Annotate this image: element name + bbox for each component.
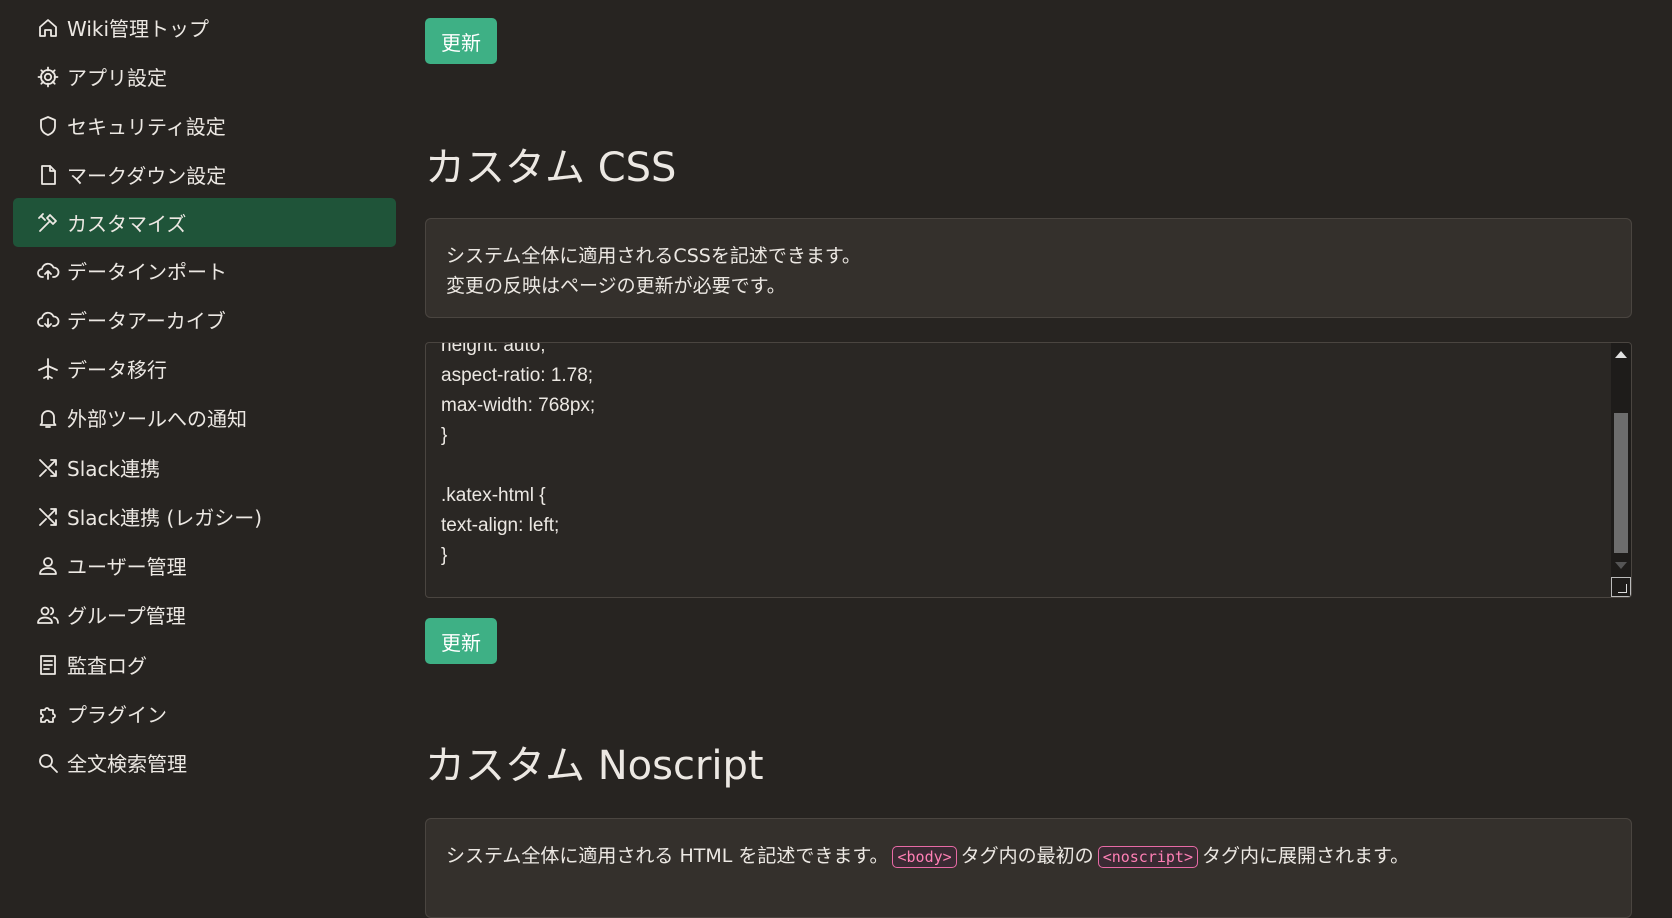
sidebar-item-notification[interactable]: 外部ツールへの通知 <box>13 393 396 442</box>
css-section-title: カスタム CSS <box>425 145 677 191</box>
sidebar-item-data-import[interactable]: データインポート <box>13 246 396 295</box>
code-line: } <box>441 545 448 566</box>
sidebar-item-app-settings[interactable]: アプリ設定 <box>13 52 396 101</box>
body-tag-code: <body> <box>892 846 957 868</box>
sidebar-item-fulltext-search[interactable]: 全文検索管理 <box>13 738 396 787</box>
group-icon <box>35 602 61 628</box>
noscript-description-box: システム全体に適用される HTML を記述できます。 <body> タグ内の最初の <… <box>425 818 1632 918</box>
css-description-box: システム全体に適用されるCSSを記述できます。 変更の反映はページの更新が必要で… <box>425 218 1632 318</box>
sidebar-item-audit-log[interactable]: 監査ログ <box>13 640 396 689</box>
file-icon <box>35 162 61 188</box>
update-css-button[interactable]: 更新 <box>425 618 497 664</box>
sidebar-item-customize[interactable]: カスタマイズ <box>13 198 396 247</box>
airplane-icon <box>35 356 61 382</box>
main-content: 更新 カスタム CSS システム全体に適用されるCSSを記述できます。 変更の反… <box>425 0 1632 918</box>
user-icon <box>35 553 61 579</box>
noscript-description-line: システム全体に適用される HTML を記述できます。 <body> タグ内の最初の <… <box>446 841 1611 871</box>
sidebar: Wiki管理トップ アプリ設定 セキュリティ設定 マークダウン設定 カスタマイズ… <box>0 0 400 879</box>
noscript-description-suffix: タグ内に展開されます。 <box>1202 845 1410 867</box>
sidebar-item-wiki-top[interactable]: Wiki管理トップ <box>13 3 396 52</box>
code-line: text-align: left; <box>441 515 560 536</box>
shield-icon <box>35 113 61 139</box>
code-line: } <box>441 425 448 446</box>
sidebar-item-label: データインポート <box>67 260 227 284</box>
noscript-section-title: カスタム Noscript <box>425 743 764 789</box>
home-icon <box>35 15 61 41</box>
cloud-upload-icon <box>35 258 61 284</box>
update-button-top[interactable]: 更新 <box>425 18 497 64</box>
tools-icon <box>35 210 61 236</box>
code-line: height: auto; <box>441 342 546 356</box>
gear-icon <box>35 64 61 90</box>
shuffle-icon <box>35 455 61 481</box>
sidebar-item-label: アプリ設定 <box>67 66 167 90</box>
sidebar-item-label: セキュリティ設定 <box>67 115 226 139</box>
sidebar-item-label: グループ管理 <box>67 604 186 628</box>
css-editor-textarea[interactable]: height: auto; aspect-ratio: 1.78; max-wi… <box>425 342 1632 598</box>
sidebar-item-label: Slack連携 <box>67 457 161 481</box>
code-line: .katex-html { <box>441 485 546 506</box>
sidebar-item-slack[interactable]: Slack連携 <box>13 443 396 492</box>
sidebar-item-users[interactable]: ユーザー管理 <box>13 541 396 590</box>
noscript-description-middle: タグ内の最初の <box>960 845 1094 867</box>
sidebar-item-label: カスタマイズ <box>67 212 187 236</box>
sidebar-item-label: 全文検索管理 <box>67 752 187 776</box>
sidebar-item-label: データ移行 <box>67 358 167 382</box>
resize-handle-icon[interactable] <box>1611 577 1631 597</box>
scroll-down-arrow-icon[interactable] <box>1615 562 1627 569</box>
shuffle-icon <box>35 504 61 530</box>
scroll-up-arrow-icon[interactable] <box>1615 351 1627 358</box>
code-line: aspect-ratio: 1.78; <box>441 365 594 386</box>
editor-scrollbar[interactable] <box>1611 343 1631 597</box>
sidebar-item-data-archive[interactable]: データアーカイブ <box>13 295 396 344</box>
sidebar-item-data-migration[interactable]: データ移行 <box>13 344 396 393</box>
scroll-thumb[interactable] <box>1614 413 1628 553</box>
cloud-download-icon <box>35 307 61 333</box>
sidebar-item-label: 監査ログ <box>67 654 147 678</box>
sidebar-item-label: データアーカイブ <box>67 309 226 333</box>
document-list-icon <box>35 652 61 678</box>
bell-icon <box>35 405 61 431</box>
noscript-description-prefix: システム全体に適用される HTML を記述できます。 <box>446 845 889 867</box>
sidebar-item-markdown[interactable]: マークダウン設定 <box>13 150 396 199</box>
css-editor-content: height: auto; aspect-ratio: 1.78; max-wi… <box>441 342 596 571</box>
puzzle-icon <box>35 701 61 727</box>
css-description-line: システム全体に適用されるCSSを記述できます。 <box>446 245 861 267</box>
sidebar-item-label: マークダウン設定 <box>67 164 227 188</box>
sidebar-item-groups[interactable]: グループ管理 <box>13 590 396 639</box>
sidebar-item-label: 外部ツールへの通知 <box>67 407 247 431</box>
css-description-line: 変更の反映はページの更新が必要です。 <box>446 275 786 297</box>
search-icon <box>35 750 61 776</box>
sidebar-item-label: Wiki管理トップ <box>67 17 210 41</box>
sidebar-item-security[interactable]: セキュリティ設定 <box>13 101 396 150</box>
noscript-tag-code: <noscript> <box>1097 846 1198 868</box>
sidebar-item-label: ユーザー管理 <box>67 555 187 579</box>
sidebar-item-label: Slack連携 (レガシー) <box>67 506 263 530</box>
code-line: max-width: 768px; <box>441 395 596 416</box>
sidebar-item-label: プラグイン <box>67 703 167 727</box>
sidebar-item-plugins[interactable]: プラグイン <box>13 689 396 738</box>
sidebar-item-slack-legacy[interactable]: Slack連携 (レガシー) <box>13 492 396 541</box>
